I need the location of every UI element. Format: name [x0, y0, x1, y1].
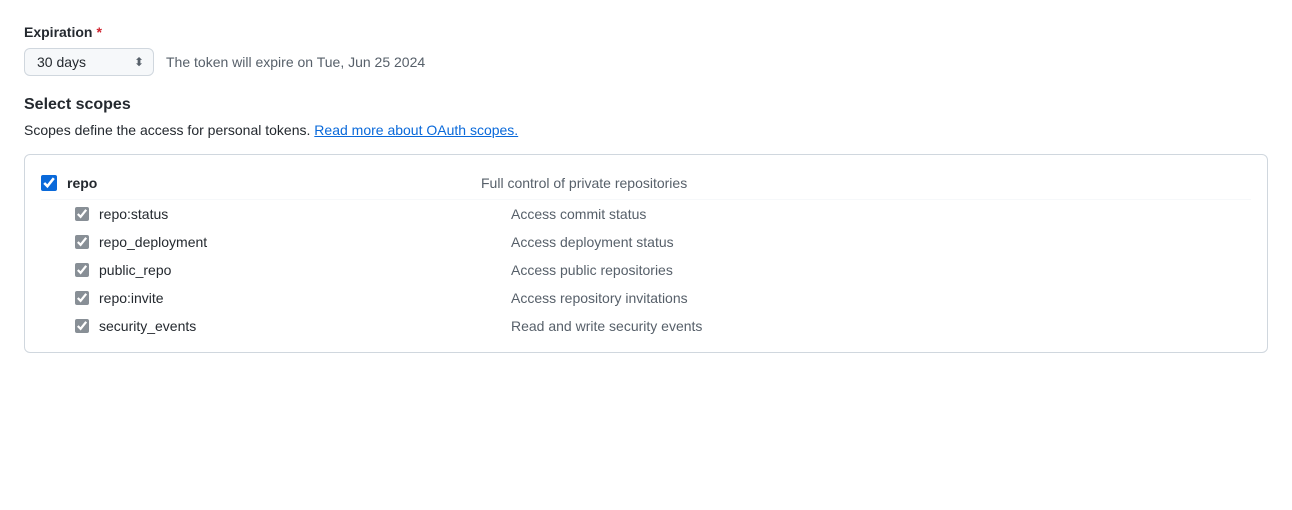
security-events-name: security_events	[99, 318, 196, 334]
public-repo-checkbox[interactable]	[75, 263, 89, 277]
public-repo-name: public_repo	[99, 262, 171, 278]
repo-invite-label-col: repo:invite	[71, 290, 511, 306]
scopes-description: Scopes define the access for personal to…	[24, 122, 1268, 138]
repo-checkbox[interactable]	[41, 175, 57, 191]
repo-status-checkbox[interactable]	[75, 207, 89, 221]
repo-invite-description: Access repository invitations	[511, 290, 688, 306]
scopes-box: repo Full control of private repositorie…	[24, 154, 1268, 353]
scope-row-public-repo: public_repo Access public repositories	[41, 256, 1251, 284]
select-scopes-section: Select scopes Scopes define the access f…	[24, 96, 1268, 353]
expiration-label-text: Expiration	[24, 24, 92, 40]
scope-row-security-events: security_events Read and write security …	[41, 312, 1251, 340]
expiration-section: Expiration * 7 days 30 days 60 days 90 d…	[24, 24, 1268, 76]
repo-description: Full control of private repositories	[481, 175, 687, 191]
repo-deployment-description: Access deployment status	[511, 234, 674, 250]
scope-row-repo-invite: repo:invite Access repository invitation…	[41, 284, 1251, 312]
repo-invite-checkbox[interactable]	[75, 291, 89, 305]
expiration-select-wrapper: 7 days 30 days 60 days 90 days Custom No…	[24, 48, 154, 76]
expiration-select[interactable]: 7 days 30 days 60 days 90 days Custom No…	[24, 48, 154, 76]
repo-label-col: repo	[41, 175, 481, 191]
repo-name: repo	[67, 175, 97, 191]
public-repo-label-col: public_repo	[71, 262, 511, 278]
expiration-label: Expiration *	[24, 24, 1268, 40]
repo-invite-name: repo:invite	[99, 290, 164, 306]
repo-status-name: repo:status	[99, 206, 168, 222]
scope-row-repo-deployment: repo_deployment Access deployment status	[41, 228, 1251, 256]
scope-row-repo-status: repo:status Access commit status	[41, 199, 1251, 228]
security-events-label-col: security_events	[71, 318, 511, 334]
repo-deployment-checkbox[interactable]	[75, 235, 89, 249]
repo-status-label-col: repo:status	[71, 206, 511, 222]
public-repo-description: Access public repositories	[511, 262, 673, 278]
security-events-description: Read and write security events	[511, 318, 702, 334]
expiration-hint: The token will expire on Tue, Jun 25 202…	[166, 54, 425, 70]
select-scopes-title: Select scopes	[24, 96, 1268, 114]
repo-deployment-name: repo_deployment	[99, 234, 207, 250]
security-events-checkbox[interactable]	[75, 319, 89, 333]
scope-row-repo: repo Full control of private repositorie…	[41, 167, 1251, 199]
required-indicator: *	[96, 24, 101, 40]
oauth-scopes-link[interactable]: Read more about OAuth scopes.	[314, 122, 518, 138]
repo-status-description: Access commit status	[511, 206, 646, 222]
repo-deployment-label-col: repo_deployment	[71, 234, 511, 250]
scopes-description-text: Scopes define the access for personal to…	[24, 122, 310, 138]
